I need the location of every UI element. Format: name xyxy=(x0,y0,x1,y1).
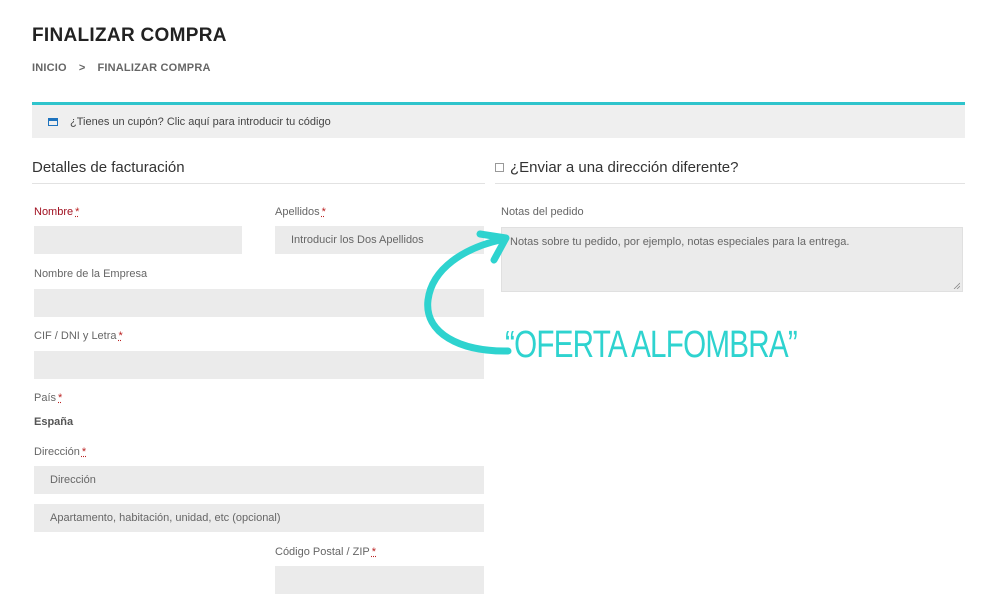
coupon-notice: ¿Tienes un cupón? Clic aquí para introdu… xyxy=(32,102,965,138)
page-title: FINALIZAR COMPRA xyxy=(32,25,227,46)
postal-input[interactable] xyxy=(275,566,484,594)
breadcrumb: INICIO > FINALIZAR COMPRA xyxy=(32,62,211,74)
resize-grip-icon[interactable] xyxy=(953,282,960,289)
shipping-divider xyxy=(495,183,965,184)
postal-label-text: Código Postal / ZIP xyxy=(275,546,370,558)
pais-label-text: País xyxy=(34,392,57,404)
empresa-label: Nombre de la Empresa xyxy=(34,268,148,280)
breadcrumb-home-link[interactable]: INICIO xyxy=(32,62,67,74)
cif-label: CIF / DNI y Letra * xyxy=(34,330,123,342)
direccion-placeholder: Dirección xyxy=(50,474,96,486)
required-marker: * xyxy=(118,330,123,342)
nombre-label: Nombre * xyxy=(34,206,79,218)
required-marker: * xyxy=(321,206,326,218)
breadcrumb-current: FINALIZAR COMPRA xyxy=(97,62,211,74)
postal-label: Código Postal / ZIP * xyxy=(275,546,376,558)
required-marker: * xyxy=(81,446,87,458)
required-marker: * xyxy=(75,206,80,218)
apellidos-label: Apellidos * xyxy=(275,206,326,218)
direccion2-placeholder: Apartamento, habitación, unidad, etc (op… xyxy=(50,512,281,524)
pais-value: España xyxy=(34,416,74,428)
required-marker: * xyxy=(58,392,63,404)
direccion-label-text: Dirección xyxy=(34,446,80,458)
shipping-section-title[interactable]: ¿Enviar a una dirección diferente? xyxy=(510,159,738,176)
annotation-text: “OFERTA ALFOMBRA” xyxy=(505,324,798,366)
direccion2-input[interactable]: Apartamento, habitación, unidad, etc (op… xyxy=(34,504,484,532)
nombre-input[interactable] xyxy=(34,226,242,254)
billing-section-title: Detalles de facturación xyxy=(32,159,185,176)
billing-divider xyxy=(32,183,485,184)
coupon-link[interactable]: ¿Tienes un cupón? Clic aquí para introdu… xyxy=(70,116,331,128)
empresa-input[interactable] xyxy=(34,289,484,317)
required-marker: * xyxy=(371,546,377,558)
direccion-input[interactable]: Dirección xyxy=(34,466,484,494)
ship-different-checkbox[interactable] xyxy=(495,163,504,172)
apellidos-label-text: Apellidos xyxy=(275,206,320,218)
direccion-label: Dirección * xyxy=(34,446,86,458)
notes-label: Notas del pedido xyxy=(501,206,584,218)
notes-textarea[interactable]: Notas sobre tu pedido, por ejemplo, nota… xyxy=(501,227,963,292)
cif-input[interactable] xyxy=(34,351,484,379)
nombre-label-text: Nombre xyxy=(34,206,74,218)
apellidos-placeholder: Introducir los Dos Apellidos xyxy=(291,234,424,246)
cif-label-text: CIF / DNI y Letra xyxy=(34,330,117,342)
breadcrumb-separator: > xyxy=(78,62,86,74)
coupon-card-icon xyxy=(48,117,58,126)
pais-label: País * xyxy=(34,392,62,404)
notes-placeholder: Notas sobre tu pedido, por ejemplo, nota… xyxy=(510,236,850,248)
